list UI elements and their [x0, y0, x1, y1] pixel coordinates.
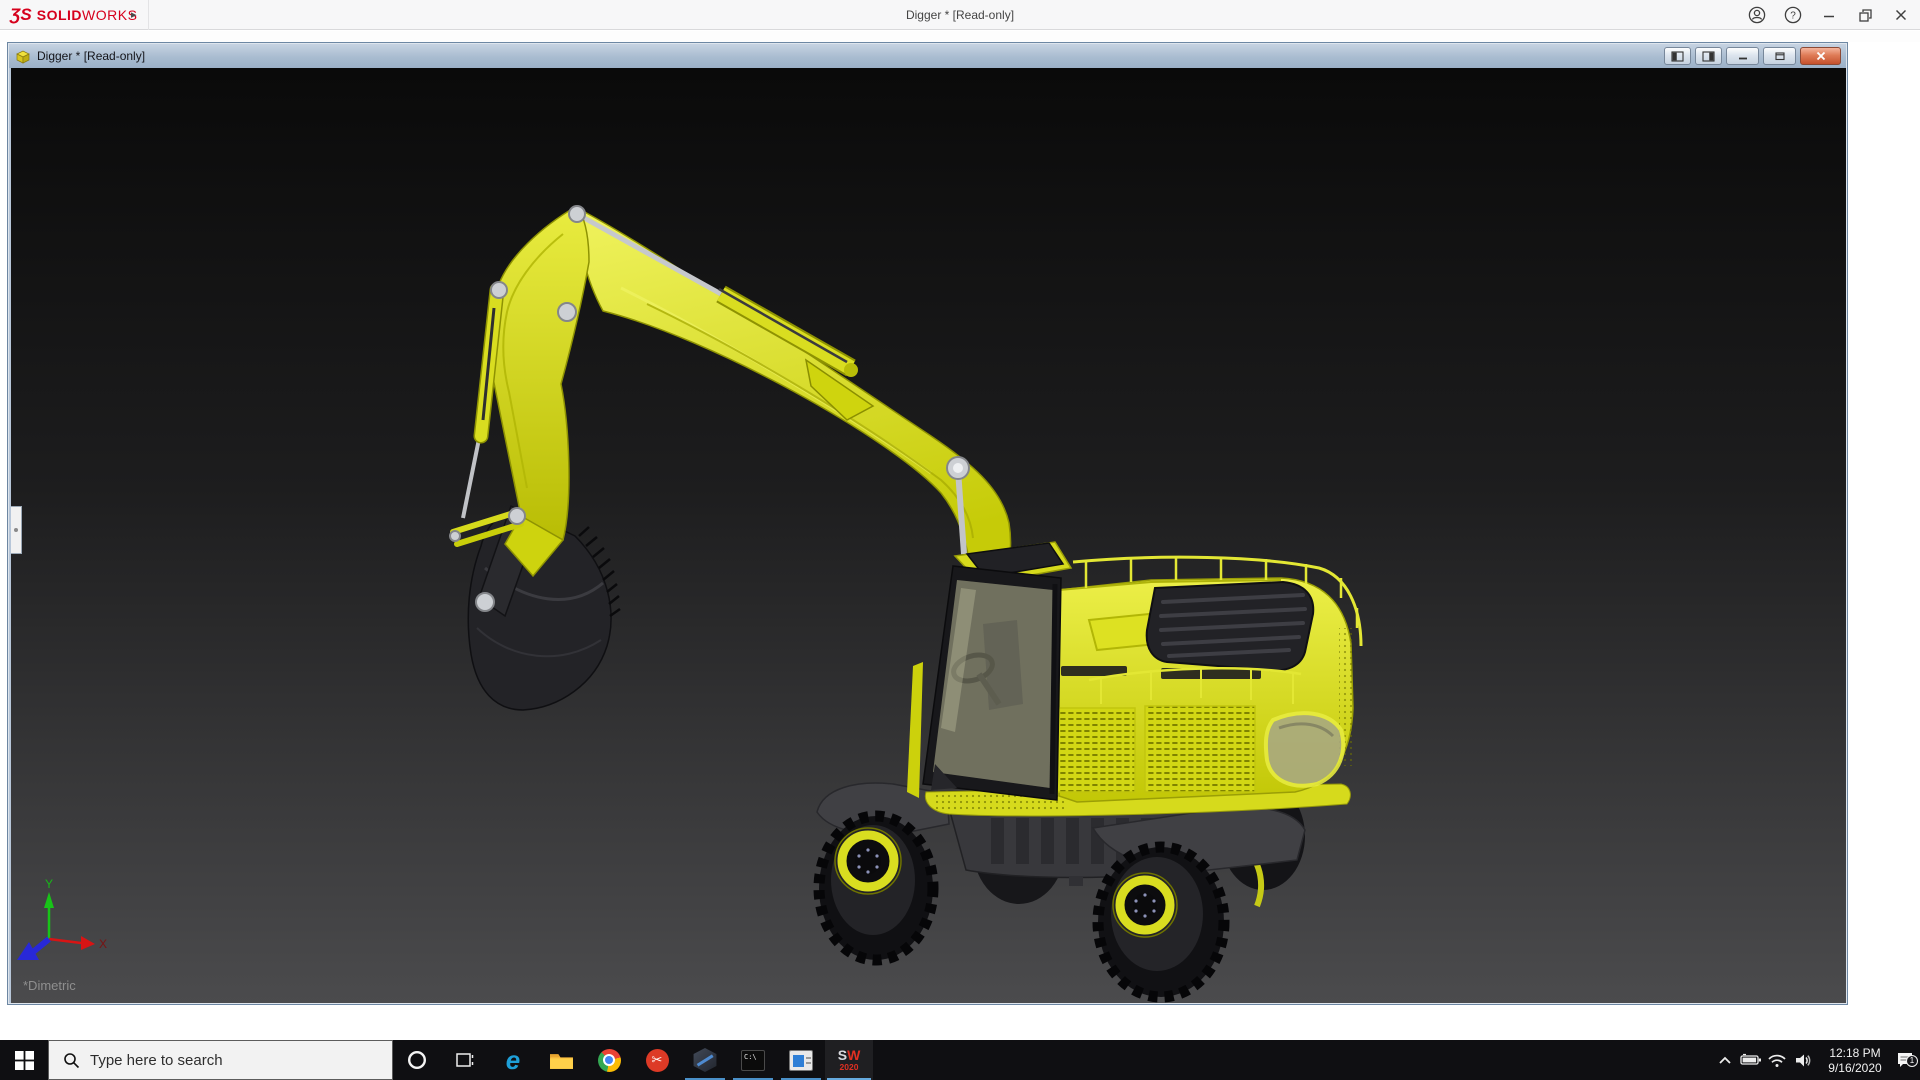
tray-wifi-icon[interactable] — [1764, 1053, 1790, 1068]
chrome-icon — [597, 1048, 621, 1072]
command-prompt-icon: C:\ — [741, 1049, 765, 1071]
help-glyph: ? — [1790, 11, 1796, 22]
3d-viewport[interactable]: Y X *Dimetric — [11, 68, 1846, 1003]
help-icon[interactable]: ? — [1782, 4, 1804, 26]
taskbar-icon-file-explorer[interactable] — [537, 1040, 585, 1080]
file-explorer-icon — [549, 1053, 573, 1069]
show-pane-left-button[interactable] — [1664, 47, 1691, 65]
notification-count-badge: 1 — [1906, 1054, 1918, 1067]
taskbar-icon-chrome[interactable] — [585, 1040, 633, 1080]
tray-volume-icon[interactable] — [1790, 1053, 1816, 1068]
media-app-icon — [789, 1049, 813, 1071]
edrawings-icon — [693, 1048, 717, 1072]
taskbar-icon-edrawings[interactable] — [681, 1040, 729, 1080]
viewport-canvas[interactable]: Y X *Dimetric — [11, 68, 1846, 1003]
taskbar-icon-solidworks-2020[interactable]: SW 2020 — [825, 1040, 873, 1080]
tray-clock[interactable]: 12:18 PM 9/16/2020 — [1816, 1044, 1894, 1076]
app-window-title: Digger * [Read-only] — [905, 8, 1015, 22]
app-titlebar: ƷS SOLID WORKS ▸ Digger * [Read-only] ? — [0, 0, 1920, 30]
doc-minimize-button[interactable] — [1726, 47, 1759, 65]
document-title: Digger * [Read-only] — [37, 49, 146, 63]
taskbar: e ✂ C:\ SW 2020 — [0, 1040, 1920, 1080]
document-window: Digger * [Read-only] Y X *Dimetric — [7, 42, 1848, 1005]
tray-time: 12:18 PM — [1829, 1046, 1881, 1060]
snipping-tool-icon: ✂ — [645, 1048, 669, 1072]
minimize-button[interactable] — [1818, 4, 1840, 26]
taskbar-icon-media-app[interactable] — [777, 1040, 825, 1080]
account-icon[interactable] — [1746, 4, 1768, 26]
document-titlebar[interactable]: Digger * [Read-only] — [9, 44, 1846, 68]
upper-body — [1038, 555, 1363, 803]
restore-button[interactable] — [1854, 4, 1876, 26]
triad-x-label: X — [99, 937, 107, 951]
menu-gap — [0, 31, 1920, 42]
cortana-button[interactable] — [393, 1040, 441, 1080]
solidworks-icon: SW 2020 — [837, 1046, 861, 1072]
wheel-front-right — [1092, 841, 1230, 1003]
triad-y-label: Y — [45, 877, 53, 891]
taskbar-search[interactable] — [48, 1040, 393, 1080]
close-button[interactable] — [1890, 4, 1912, 26]
panel-splitter-handle[interactable] — [11, 506, 22, 554]
taskbar-icon-snipping-tool[interactable]: ✂ — [633, 1040, 681, 1080]
wheel-front-left — [813, 810, 939, 966]
taskbar-icon-command-prompt[interactable]: C:\ — [729, 1040, 777, 1080]
search-icon — [64, 1052, 80, 1068]
task-view-button[interactable] — [441, 1040, 489, 1080]
tray-chevron-up-icon[interactable] — [1712, 1055, 1738, 1066]
tray-date: 9/16/2020 — [1828, 1061, 1882, 1075]
start-button[interactable] — [0, 1040, 48, 1080]
system-tray: 12:18 PM 9/16/2020 1 — [1712, 1040, 1920, 1080]
doc-restore-button[interactable] — [1763, 47, 1796, 65]
search-input[interactable] — [90, 1051, 370, 1069]
tray-battery-icon[interactable] — [1738, 1053, 1764, 1067]
view-orientation-label: *Dimetric — [23, 978, 76, 993]
action-center-button[interactable]: 1 — [1894, 1051, 1920, 1070]
edge-icon: e — [505, 1045, 521, 1075]
taskbar-icon-edge[interactable]: e — [489, 1040, 537, 1080]
show-pane-right-button[interactable] — [1695, 47, 1722, 65]
doc-close-button[interactable] — [1800, 47, 1841, 65]
part-document-icon — [16, 50, 30, 64]
